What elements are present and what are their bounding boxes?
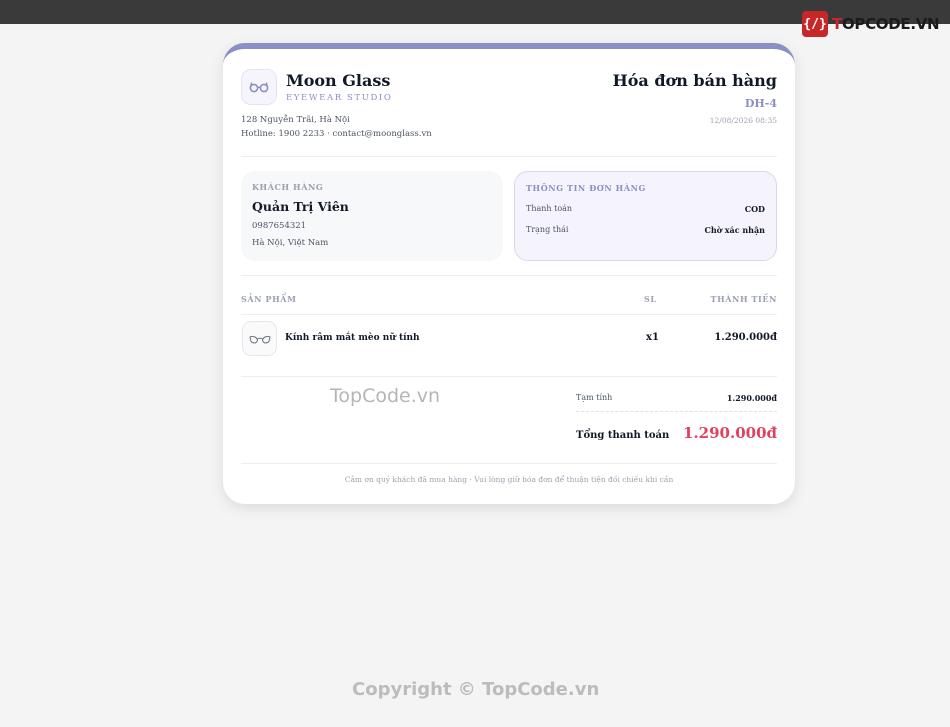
shop-contact: Hotline: 1900 2233 · contact@moonglass.v… — [241, 129, 432, 139]
customer-name: Quản Trị Viên — [252, 199, 349, 214]
divider — [241, 156, 777, 157]
invoice-datetime: 12/08/2026 08:35 — [709, 116, 777, 125]
glasses-icon — [241, 69, 277, 105]
divider — [241, 376, 777, 377]
customer-phone: 0987654321 — [252, 221, 307, 231]
order-info-box: THÔNG TIN ĐƠN HÀNG Thanh toán COD Trạng … — [514, 171, 777, 261]
subtotal-value: 1.290.000đ — [726, 393, 777, 403]
sunglasses-icon — [242, 321, 277, 356]
topcode-logo-text: TOPCODE.VN — [832, 15, 940, 33]
product-total: 1.290.000đ — [714, 332, 777, 343]
payment-value: COD — [744, 204, 765, 214]
order-info-label: THÔNG TIN ĐƠN HÀNG — [526, 183, 646, 193]
divider — [241, 463, 777, 464]
status-label: Trạng thái — [526, 225, 569, 234]
topcode-logo-mark: {/} — [802, 11, 828, 37]
invoice-code: DH-4 — [744, 97, 777, 110]
grand-total-value: 1.290.000đ — [683, 424, 777, 442]
shop-address: 128 Nguyễn Trãi, Hà Nội — [241, 115, 350, 125]
customer-box: KHÁCH HÀNG Quản Trị Viên 0987654321 Hà N… — [241, 171, 503, 261]
status-value: Chờ xác nhận — [704, 225, 765, 235]
topcode-logo: {/} TOPCODE.VN — [802, 10, 940, 38]
grand-total-label: Tổng thanh toán — [576, 430, 670, 441]
divider — [241, 314, 777, 315]
watermark-footer: Copyright © TopCode.vn — [352, 679, 600, 700]
customer-label: KHÁCH HÀNG — [252, 182, 324, 192]
footer-note: Cảm ơn quý khách đã mua hàng · Vui lòng … — [344, 475, 674, 484]
summary-divider — [576, 411, 777, 412]
column-header-qty: SL — [644, 294, 657, 304]
customer-address: Hà Nội, Việt Nam — [252, 238, 329, 248]
product-name: Kính râm mắt mèo nữ tính — [285, 333, 420, 343]
invoice-card: Moon Glass EYEWEAR STUDIO 128 Nguyễn Trã… — [223, 43, 795, 504]
divider — [241, 275, 777, 276]
shop-tagline: EYEWEAR STUDIO — [286, 93, 393, 103]
product-qty: x1 — [646, 332, 659, 343]
shop-name: Moon Glass — [286, 71, 391, 90]
watermark-center: TopCode.vn — [330, 385, 441, 407]
payment-label: Thanh toán — [526, 204, 573, 213]
column-header-total: THÀNH TIỀN — [710, 294, 777, 304]
column-header-product: SẢN PHẨM — [241, 294, 297, 304]
invoice-title: Hóa đơn bán hàng — [612, 71, 777, 90]
subtotal-label: Tạm tính — [576, 393, 613, 402]
